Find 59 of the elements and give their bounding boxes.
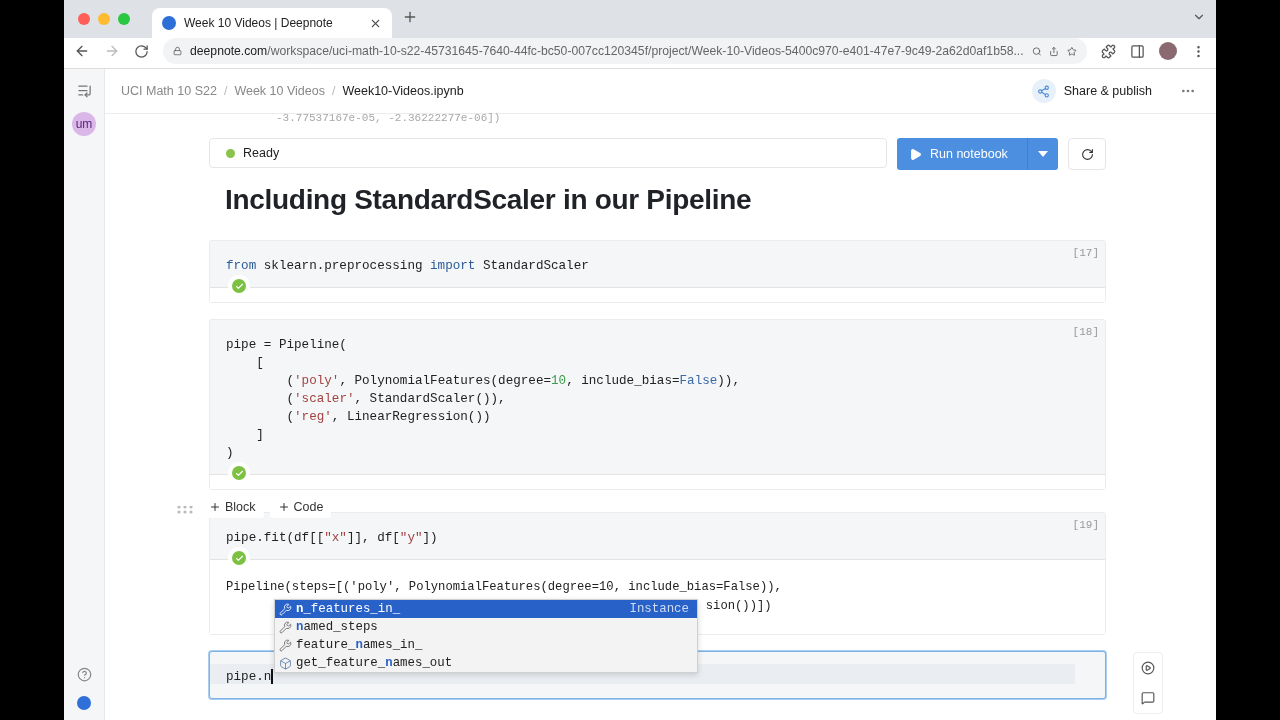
code-line: ('reg', LinearRegression()) bbox=[285, 409, 492, 426]
code-cell[interactable]: [18] pipe = Pipeline( [ ('poly', PolynomialFeatures(degree=10, include_bias=False)), ('scaler', StandardScaler()), ('reg', LinearRegression()) ] ) bbox=[209, 319, 1106, 490]
browser-tab[interactable]: Week 10 Videos | Deepnote bbox=[152, 8, 392, 38]
plus-icon bbox=[277, 501, 290, 513]
notebook-heading: Including StandardScaler in our Pipeline bbox=[225, 184, 753, 216]
plus-icon bbox=[209, 501, 221, 513]
execution-count: [19] bbox=[1072, 519, 1099, 531]
app-logo-icon[interactable] bbox=[77, 696, 91, 710]
site-logo-icon bbox=[162, 16, 176, 30]
cube-icon bbox=[279, 656, 292, 670]
collapse-sidebar-icon[interactable] bbox=[76, 83, 92, 98]
lock-icon bbox=[173, 45, 183, 57]
code-line: from sklearn.preprocessing import StandardScaler bbox=[226, 258, 590, 275]
new-tab-icon[interactable] bbox=[402, 9, 418, 25]
wrench-icon bbox=[279, 620, 292, 634]
code-line: ('scaler', StandardScaler()), bbox=[285, 391, 507, 408]
puzzle-icon[interactable] bbox=[1101, 43, 1116, 59]
comment-icon[interactable] bbox=[1141, 691, 1155, 705]
play-icon bbox=[909, 147, 922, 161]
autocomplete-item[interactable]: n_features_in_ Instance bbox=[275, 600, 697, 618]
status-text: Ready bbox=[243, 146, 280, 160]
breadcrumb[interactable]: Week 10 Videos bbox=[234, 84, 325, 98]
code-line: pipe.fit(df[["x"]], df["y"]) bbox=[226, 530, 439, 547]
share-link[interactable]: Share & publish bbox=[1063, 84, 1152, 98]
autocomplete-item[interactable]: get_feature_names_out bbox=[275, 654, 697, 672]
wrench-icon bbox=[279, 638, 292, 652]
address-bar[interactable]: deepnote.com/workspace/uci-math-10-s22-45731645-7640-44fc-bc50-007cc120345f/project/Week-10-Videos-5400c970-e401-47e7-9c49-2a62d0af1b58... bbox=[163, 38, 1087, 64]
code-cell[interactable]: [17] from sklearn.preprocessing import StandardScaler bbox=[209, 240, 1106, 303]
share-icon[interactable] bbox=[1031, 79, 1056, 103]
autocomplete-item[interactable]: feature_names_in_ bbox=[275, 636, 697, 654]
code-line: ] bbox=[255, 427, 265, 444]
refresh-button[interactable] bbox=[1068, 138, 1106, 170]
code-line: pipe = Pipeline( bbox=[226, 337, 348, 354]
wrench-icon bbox=[279, 602, 292, 616]
close-window-icon[interactable] bbox=[78, 13, 90, 25]
help-icon[interactable] bbox=[76, 667, 92, 682]
autocomplete-item[interactable]: named_steps bbox=[275, 618, 697, 636]
code-line: ) bbox=[226, 445, 235, 462]
execution-count: [18] bbox=[1072, 326, 1099, 338]
breadcrumb-separator: / bbox=[223, 84, 228, 98]
back-icon[interactable] bbox=[74, 43, 90, 59]
share-icon[interactable] bbox=[1049, 44, 1060, 58]
breadcrumb[interactable]: Week10-Videos.ipynb bbox=[342, 84, 464, 98]
run-cell-icon[interactable] bbox=[1141, 661, 1155, 675]
user-avatar[interactable]: um bbox=[72, 112, 96, 136]
output-text: -3.77537167e-05, -2.36222277e-06]) bbox=[276, 112, 501, 124]
code-line: ('poly', PolynomialFeatures(degree=10, include_bias=False)), bbox=[285, 373, 741, 390]
breadcrumb-separator: / bbox=[331, 84, 336, 98]
side-panel-icon[interactable] bbox=[1130, 43, 1145, 59]
zoom-icon[interactable] bbox=[1031, 44, 1042, 58]
refresh-icon bbox=[1080, 147, 1094, 161]
output-text: sion())]) bbox=[705, 598, 772, 615]
profile-avatar[interactable] bbox=[1159, 42, 1177, 60]
output-text: Pipeline(steps=[('poly', PolynomialFeatures(degree=10, include_bias=False)), bbox=[226, 579, 782, 596]
star-icon[interactable] bbox=[1067, 44, 1077, 58]
breadcrumb[interactable]: UCI Math 10 S22 bbox=[121, 84, 217, 98]
code-line: [ bbox=[255, 355, 265, 372]
execution-count: [17] bbox=[1072, 247, 1099, 259]
reload-icon[interactable] bbox=[134, 43, 149, 59]
